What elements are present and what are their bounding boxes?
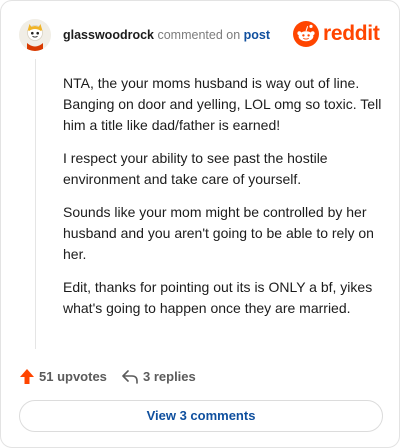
reddit-brand[interactable]: reddit <box>293 21 381 49</box>
reddit-logo-icon <box>293 21 319 47</box>
comment-actions: 51 upvotes 3 replies <box>19 367 319 387</box>
upvote-arrow-icon <box>20 369 34 384</box>
snoo-avatar-icon[interactable] <box>19 19 51 51</box>
reddit-wordmark: reddit <box>323 22 380 45</box>
replies-count: 3 replies <box>143 369 196 384</box>
commented-on-text: commented on <box>157 28 241 42</box>
upvotes-count: 51 upvotes <box>39 369 107 384</box>
comment-paragraph: I respect your ability to see past the h… <box>63 150 328 187</box>
comment-paragraph: Edit, thanks for pointing out its is ONL… <box>63 279 373 316</box>
view-comments-button[interactable]: View 3 comments <box>19 400 383 432</box>
comment-byline: glasswoodrock commented on post <box>63 27 270 43</box>
post-link[interactable]: post <box>244 28 270 42</box>
thread-line <box>35 59 36 349</box>
comment-card: glasswoodrock commented on post reddit N… <box>0 0 400 448</box>
comment-header: glasswoodrock commented on post reddit <box>19 19 381 51</box>
comment-body: NTA, the your moms husband is way out of… <box>63 73 383 331</box>
username-link[interactable]: glasswoodrock <box>63 28 154 42</box>
comment-paragraph: Sounds like your mom might be controlled… <box>63 204 374 262</box>
reply-arrow-icon <box>122 370 138 384</box>
comment-paragraph: NTA, the your moms husband is way out of… <box>63 75 382 133</box>
